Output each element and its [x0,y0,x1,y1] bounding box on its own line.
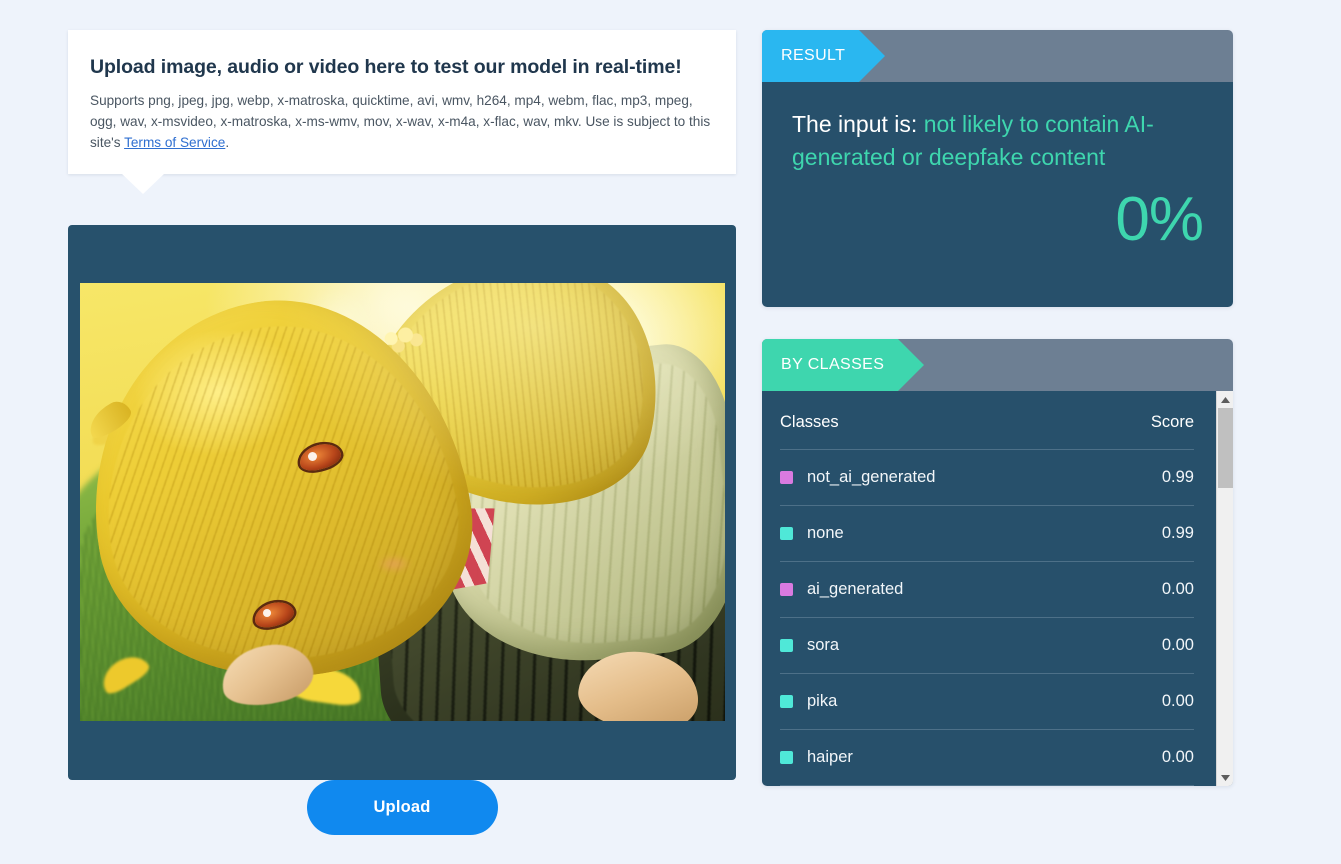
results-column: RESULT The input is: not likely to conta… [762,30,1233,786]
class-cell: ai_generated [780,580,1104,599]
by-classes-tab: BY CLASSES [762,339,925,391]
class-score: 0.00 [1104,673,1194,730]
upload-button-row: Upload [68,780,736,835]
class-color-swatch-icon [780,583,793,596]
class-cell: sora [780,636,1104,655]
scrollbar-thumb[interactable] [1218,408,1233,488]
column-header-score: Score [1104,391,1194,450]
class-name: haiper [807,748,853,766]
tooltip-pointer-icon [121,172,165,194]
class-cell: none [780,524,1104,543]
class-color-swatch-icon [780,751,793,764]
result-panel-header: RESULT [762,30,1233,82]
preview-image [79,283,725,722]
table-row: none 0.99 [780,505,1194,562]
table-row: sora 0.00 [780,617,1194,674]
class-cell: not_ai_generated [780,468,1104,487]
by-classes-panel-header: BY CLASSES [762,339,1233,391]
class-color-swatch-icon [780,639,793,652]
media-preview-panel[interactable] [68,224,736,780]
supported-formats-suffix: . [225,135,230,151]
result-percentage: 0% [1115,185,1204,255]
table-row: ai_generated 0.00 [780,561,1194,618]
table-row: not_ai_generated 0.99 [780,449,1194,506]
scroll-down-arrow-icon[interactable] [1217,769,1233,786]
class-score: 0.00 [1104,617,1194,674]
class-name: pika [807,692,838,710]
table-row: haiper 0.00 [780,729,1194,786]
result-panel-body: The input is: not likely to contain AI-g… [762,82,1233,307]
column-header-classes: Classes [780,391,1105,450]
app-root: Upload image, audio or video here to tes… [0,0,1341,864]
result-panel: RESULT The input is: not likely to conta… [762,30,1233,307]
result-statement: The input is: not likely to contain AI-g… [792,108,1203,173]
class-name: ai_generated [807,580,904,598]
artwork-hair-clip [374,324,430,360]
table-header-row: Classes Score [780,391,1194,450]
classes-scrollbar[interactable] [1216,391,1233,786]
upload-hint-tooltip: Upload image, audio or video here to tes… [68,30,736,194]
upload-column: Upload image, audio or video here to tes… [68,30,736,780]
result-prefix: The input is: [792,111,924,137]
result-tab: RESULT [762,30,886,82]
artwork-cheek-blush [376,554,413,573]
by-classes-panel-body: Classes Score not_ai_generated 0.99 none… [762,391,1233,786]
class-color-swatch-icon [780,527,793,540]
terms-of-service-link[interactable]: Terms of Service [124,135,225,150]
table-row: pika 0.00 [780,673,1194,730]
class-score: 0.99 [1104,449,1194,506]
upload-hint-formats: Supports png, jpeg, jpg, webp, x-matrosk… [90,90,712,154]
classes-table-container: Classes Score not_ai_generated 0.99 none… [762,391,1216,786]
classes-table-head: Classes Score [780,391,1194,450]
class-name: sora [807,636,840,654]
by-classes-panel: BY CLASSES Classes Score not_ai_generate… [762,339,1233,786]
classes-table-body: not_ai_generated 0.99 none 0.99 ai_gener… [780,449,1194,786]
scroll-up-arrow-icon[interactable] [1217,391,1233,408]
upload-button[interactable]: Upload [306,780,498,835]
class-name: none [807,524,844,542]
class-name: not_ai_generated [807,468,936,486]
class-cell: haiper [780,748,1104,767]
scrollbar-track[interactable] [1217,408,1233,769]
classes-table: Classes Score not_ai_generated 0.99 none… [780,391,1194,786]
class-cell: pika [780,692,1104,711]
class-score: 0.99 [1104,505,1194,562]
class-score: 0.00 [1104,561,1194,618]
upload-hint-title: Upload image, audio or video here to tes… [90,56,682,78]
class-color-swatch-icon [780,471,793,484]
class-score: 0.00 [1104,729,1194,786]
class-color-swatch-icon [780,695,793,708]
